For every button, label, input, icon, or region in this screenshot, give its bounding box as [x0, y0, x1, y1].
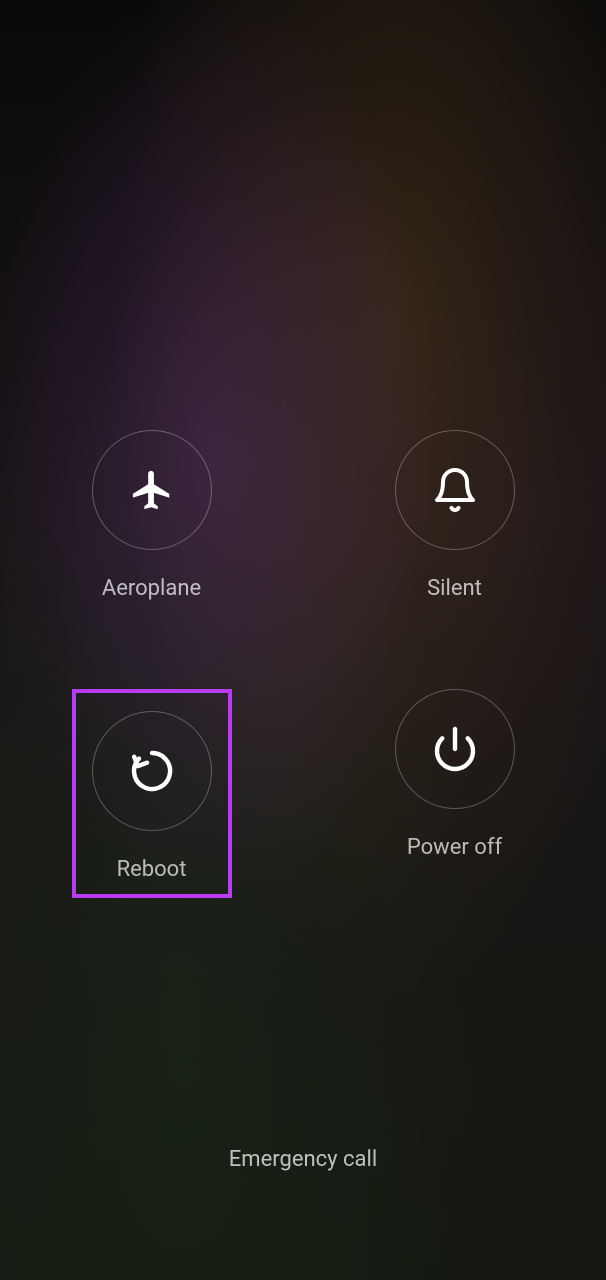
aeroplane-label: Aeroplane: [102, 576, 201, 601]
airplane-icon: [129, 467, 175, 513]
reboot-icon: [128, 747, 176, 795]
power-menu: Aeroplane Silent Reboot: [0, 430, 606, 898]
emergency-call-button[interactable]: Emergency call: [0, 1147, 606, 1172]
reboot-icon-circle: [92, 711, 212, 831]
silent-icon-circle: [395, 430, 515, 550]
poweroff-label: Power off: [407, 835, 502, 860]
aeroplane-option[interactable]: Aeroplane: [72, 430, 232, 601]
reboot-option[interactable]: Reboot: [72, 689, 232, 898]
power-icon: [431, 725, 479, 773]
silent-option[interactable]: Silent: [375, 430, 535, 601]
silent-label: Silent: [427, 576, 482, 601]
poweroff-option[interactable]: Power off: [375, 689, 535, 898]
poweroff-icon-circle: [395, 689, 515, 809]
bell-icon: [431, 466, 479, 514]
reboot-label: Reboot: [117, 857, 187, 882]
aeroplane-icon-circle: [92, 430, 212, 550]
